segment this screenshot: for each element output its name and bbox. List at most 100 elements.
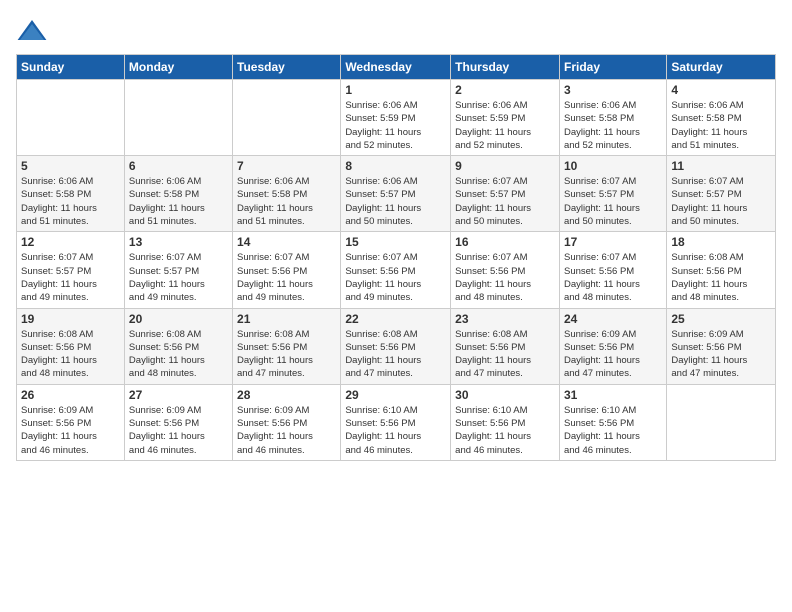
day-info: Sunrise: 6:08 AM Sunset: 5:56 PM Dayligh… xyxy=(671,251,771,304)
day-number: 15 xyxy=(345,235,446,249)
day-info: Sunrise: 6:07 AM Sunset: 5:57 PM Dayligh… xyxy=(21,251,120,304)
calendar-cell: 28 Sunrise: 6:09 AM Sunset: 5:56 PM Dayli… xyxy=(233,384,341,460)
calendar-cell: 7 Sunrise: 6:06 AM Sunset: 5:58 PM Daylig… xyxy=(233,156,341,232)
day-number: 2 xyxy=(455,83,555,97)
day-number: 20 xyxy=(129,312,228,326)
day-info: Sunrise: 6:06 AM Sunset: 5:58 PM Dayligh… xyxy=(21,175,120,228)
day-number: 21 xyxy=(237,312,336,326)
page-header xyxy=(16,16,776,48)
day-info: Sunrise: 6:07 AM Sunset: 5:57 PM Dayligh… xyxy=(455,175,555,228)
calendar-cell: 21Sunrise: 6:08 AM Sunset: 5:56 PM Dayli… xyxy=(233,308,341,384)
logo-icon xyxy=(16,16,48,48)
day-number: 8 xyxy=(345,159,446,173)
calendar-header-row: SundayMondayTuesdayWednesdayThursdayFrid… xyxy=(17,55,776,80)
day-info: Sunrise: 6:07 AM Sunset: 5:57 PM Dayligh… xyxy=(671,175,771,228)
calendar-cell: 18 Sunrise: 6:08 AM Sunset: 5:56 PM Dayli… xyxy=(667,232,776,308)
calendar-week-3: 12 Sunrise: 6:07 AM Sunset: 5:57 PM Dayli… xyxy=(17,232,776,308)
calendar-cell: 24 Sunrise: 6:09 AM Sunset: 5:56 PM Dayli… xyxy=(559,308,666,384)
calendar-cell: 10 Sunrise: 6:07 AM Sunset: 5:57 PM Dayli… xyxy=(559,156,666,232)
day-info: Sunrise: 6:06 AM Sunset: 5:59 PM Dayligh… xyxy=(345,99,446,152)
calendar-cell: 22 Sunrise: 6:08 AM Sunset: 5:56 PM Dayli… xyxy=(341,308,451,384)
calendar-cell: 12 Sunrise: 6:07 AM Sunset: 5:57 PM Dayli… xyxy=(17,232,125,308)
day-info: Sunrise: 6:07 AM Sunset: 5:56 PM Dayligh… xyxy=(455,251,555,304)
day-number: 18 xyxy=(671,235,771,249)
day-info: Sunrise: 6:07 AM Sunset: 5:56 PM Dayligh… xyxy=(564,251,662,304)
day-number: 23 xyxy=(455,312,555,326)
calendar-header-sunday: Sunday xyxy=(17,55,125,80)
day-number: 1 xyxy=(345,83,446,97)
day-number: 5 xyxy=(21,159,120,173)
day-info: Sunrise: 6:07 AM Sunset: 5:57 PM Dayligh… xyxy=(564,175,662,228)
day-number: 31 xyxy=(564,388,662,402)
day-info: Sunrise: 6:06 AM Sunset: 5:57 PM Dayligh… xyxy=(345,175,446,228)
day-info: Sunrise: 6:09 AM Sunset: 5:56 PM Dayligh… xyxy=(564,328,662,381)
day-number: 17 xyxy=(564,235,662,249)
day-info: Sunrise: 6:07 AM Sunset: 5:57 PM Dayligh… xyxy=(129,251,228,304)
day-number: 9 xyxy=(455,159,555,173)
day-info: Sunrise: 6:10 AM Sunset: 5:56 PM Dayligh… xyxy=(345,404,446,457)
day-number: 6 xyxy=(129,159,228,173)
day-info: Sunrise: 6:06 AM Sunset: 5:58 PM Dayligh… xyxy=(237,175,336,228)
day-number: 28 xyxy=(237,388,336,402)
day-number: 10 xyxy=(564,159,662,173)
day-info: Sunrise: 6:08 AM Sunset: 5:56 PM Dayligh… xyxy=(129,328,228,381)
day-info: Sunrise: 6:06 AM Sunset: 5:58 PM Dayligh… xyxy=(671,99,771,152)
day-number: 14 xyxy=(237,235,336,249)
calendar-week-2: 5 Sunrise: 6:06 AM Sunset: 5:58 PM Daylig… xyxy=(17,156,776,232)
day-number: 3 xyxy=(564,83,662,97)
day-info: Sunrise: 6:10 AM Sunset: 5:56 PM Dayligh… xyxy=(564,404,662,457)
day-number: 26 xyxy=(21,388,120,402)
calendar-header-monday: Monday xyxy=(124,55,232,80)
calendar-cell xyxy=(667,384,776,460)
day-number: 27 xyxy=(129,388,228,402)
calendar-cell: 11 Sunrise: 6:07 AM Sunset: 5:57 PM Dayli… xyxy=(667,156,776,232)
day-number: 25 xyxy=(671,312,771,326)
day-info: Sunrise: 6:09 AM Sunset: 5:56 PM Dayligh… xyxy=(21,404,120,457)
day-number: 12 xyxy=(21,235,120,249)
calendar-week-4: 19 Sunrise: 6:08 AM Sunset: 5:56 PM Dayli… xyxy=(17,308,776,384)
calendar-header-saturday: Saturday xyxy=(667,55,776,80)
day-number: 7 xyxy=(237,159,336,173)
day-info: Sunrise: 6:08 AM Sunset: 5:56 PM Dayligh… xyxy=(21,328,120,381)
calendar-body: 1 Sunrise: 6:06 AM Sunset: 5:59 PM Daylig… xyxy=(17,80,776,461)
calendar-cell: 2 Sunrise: 6:06 AM Sunset: 5:59 PM Daylig… xyxy=(451,80,560,156)
calendar-cell: 3Sunrise: 6:06 AM Sunset: 5:58 PM Daylig… xyxy=(559,80,666,156)
calendar-cell: 31 Sunrise: 6:10 AM Sunset: 5:56 PM Dayli… xyxy=(559,384,666,460)
calendar-cell: 6 Sunrise: 6:06 AM Sunset: 5:58 PM Daylig… xyxy=(124,156,232,232)
calendar-week-5: 26 Sunrise: 6:09 AM Sunset: 5:56 PM Dayli… xyxy=(17,384,776,460)
calendar-cell: 25 Sunrise: 6:09 AM Sunset: 5:56 PM Dayli… xyxy=(667,308,776,384)
calendar-cell: 8 Sunrise: 6:06 AM Sunset: 5:57 PM Daylig… xyxy=(341,156,451,232)
calendar-cell: 30 Sunrise: 6:10 AM Sunset: 5:56 PM Dayli… xyxy=(451,384,560,460)
calendar-cell: 13 Sunrise: 6:07 AM Sunset: 5:57 PM Dayli… xyxy=(124,232,232,308)
day-number: 22 xyxy=(345,312,446,326)
day-info: Sunrise: 6:07 AM Sunset: 5:56 PM Dayligh… xyxy=(237,251,336,304)
day-number: 19 xyxy=(21,312,120,326)
calendar-table: SundayMondayTuesdayWednesdayThursdayFrid… xyxy=(16,54,776,461)
day-info: Sunrise: 6:09 AM Sunset: 5:56 PM Dayligh… xyxy=(129,404,228,457)
day-info: Sunrise: 6:08 AM Sunset: 5:56 PM Dayligh… xyxy=(345,328,446,381)
calendar-cell: 26 Sunrise: 6:09 AM Sunset: 5:56 PM Dayli… xyxy=(17,384,125,460)
calendar-cell: 20 Sunrise: 6:08 AM Sunset: 5:56 PM Dayli… xyxy=(124,308,232,384)
calendar-week-1: 1 Sunrise: 6:06 AM Sunset: 5:59 PM Daylig… xyxy=(17,80,776,156)
day-info: Sunrise: 6:09 AM Sunset: 5:56 PM Dayligh… xyxy=(671,328,771,381)
calendar-cell: 9 Sunrise: 6:07 AM Sunset: 5:57 PM Daylig… xyxy=(451,156,560,232)
day-number: 16 xyxy=(455,235,555,249)
day-info: Sunrise: 6:06 AM Sunset: 5:59 PM Dayligh… xyxy=(455,99,555,152)
day-info: Sunrise: 6:09 AM Sunset: 5:56 PM Dayligh… xyxy=(237,404,336,457)
calendar-header-friday: Friday xyxy=(559,55,666,80)
day-number: 4 xyxy=(671,83,771,97)
calendar-cell: 14 Sunrise: 6:07 AM Sunset: 5:56 PM Dayli… xyxy=(233,232,341,308)
calendar-cell xyxy=(17,80,125,156)
calendar-cell: 16 Sunrise: 6:07 AM Sunset: 5:56 PM Dayli… xyxy=(451,232,560,308)
calendar-cell: 19 Sunrise: 6:08 AM Sunset: 5:56 PM Dayli… xyxy=(17,308,125,384)
day-number: 24 xyxy=(564,312,662,326)
day-number: 13 xyxy=(129,235,228,249)
day-number: 11 xyxy=(671,159,771,173)
calendar-cell: 5 Sunrise: 6:06 AM Sunset: 5:58 PM Daylig… xyxy=(17,156,125,232)
calendar-cell: 23Sunrise: 6:08 AM Sunset: 5:56 PM Dayli… xyxy=(451,308,560,384)
day-number: 30 xyxy=(455,388,555,402)
calendar-header-tuesday: Tuesday xyxy=(233,55,341,80)
day-info: Sunrise: 6:10 AM Sunset: 5:56 PM Dayligh… xyxy=(455,404,555,457)
day-info: Sunrise: 6:06 AM Sunset: 5:58 PM Dayligh… xyxy=(129,175,228,228)
day-info: Sunrise: 6:07 AM Sunset: 5:56 PM Dayligh… xyxy=(345,251,446,304)
